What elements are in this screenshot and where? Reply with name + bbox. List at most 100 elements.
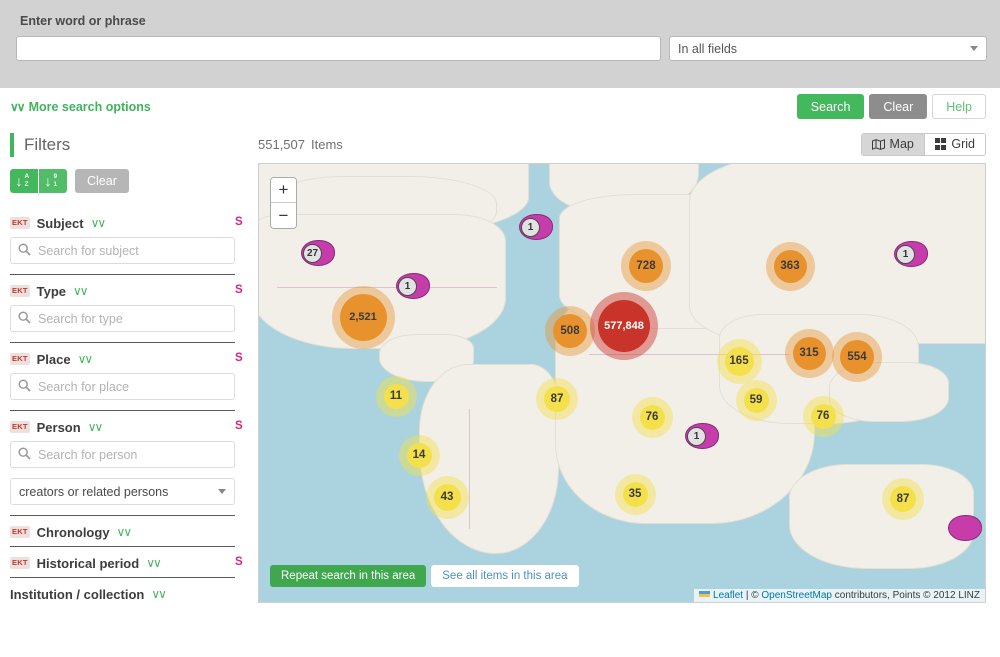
map-pin-count: 1 — [896, 245, 915, 264]
map-cluster-label: 577,848 — [598, 300, 650, 352]
facet-label: Subject — [37, 216, 84, 231]
person-role-value: creators or related persons — [19, 485, 168, 499]
filter-sort-row: ↓ A Z ↓ 9 1 Clear — [10, 169, 235, 193]
facet-show-more-link[interactable]: S — [235, 216, 246, 228]
map-cluster-label: 76 — [640, 405, 665, 430]
map-canvas[interactable]: + − 2,52111144387508728577,8487635165597… — [258, 163, 986, 603]
facet-search-box — [10, 441, 235, 468]
facet-search-input[interactable] — [10, 441, 235, 468]
facet-search-input[interactable] — [10, 373, 235, 400]
facet-header[interactable]: EKTType∨∨ — [10, 275, 235, 305]
facet-search-input[interactable] — [10, 237, 235, 264]
landmass-australia — [789, 464, 974, 569]
facet-show-more-link[interactable]: S — [235, 284, 246, 296]
help-button[interactable]: Help — [932, 94, 986, 119]
clear-button[interactable]: Clear — [869, 94, 927, 119]
map-cluster-marker[interactable]: 87 — [536, 378, 578, 420]
sort-numeric-button[interactable]: ↓ 9 1 — [39, 169, 67, 193]
sort-alphabetical-button[interactable]: ↓ A Z — [10, 169, 38, 193]
chevron-double-down-icon: ∨∨ — [10, 101, 24, 113]
person-role-select[interactable]: creators or related persons — [10, 478, 235, 505]
map-cluster-marker[interactable]: 76 — [632, 397, 673, 438]
accent-bar — [10, 133, 14, 157]
sort-az-icon: ↓ A Z — [16, 174, 33, 189]
map-pin-marker[interactable]: 1 — [396, 273, 430, 299]
facet-header[interactable]: EKTPlace∨∨ — [10, 343, 235, 373]
map-cluster-marker[interactable]: 59 — [736, 380, 777, 421]
search-button[interactable]: Search — [797, 94, 865, 119]
search-panel: Enter word or phrase In all fields — [0, 0, 1000, 88]
zoom-in-button[interactable]: + — [271, 178, 296, 203]
search-input[interactable] — [16, 36, 661, 61]
result-count-number: 551,507 — [258, 137, 305, 152]
ekt-badge: EKT — [10, 353, 30, 366]
map-cluster-marker[interactable]: 87 — [882, 478, 924, 520]
map-pin-marker[interactable]: 27 — [301, 240, 335, 266]
more-search-options-toggle[interactable]: ∨∨ More search options — [10, 100, 151, 114]
map-cluster-marker[interactable]: 14 — [399, 435, 440, 476]
ekt-badge: EKT — [10, 217, 30, 230]
facet-header[interactable]: EKTPerson∨∨ — [10, 411, 235, 441]
map-cluster-marker[interactable]: 35 — [615, 474, 656, 515]
map-cluster-marker[interactable]: 728 — [621, 241, 671, 291]
border-south-america — [469, 409, 470, 529]
map-cluster-marker[interactable]: 508 — [545, 306, 595, 356]
main-content: Filters ↓ A Z ↓ 9 1 Clear EKTSubject∨∨SE… — [0, 125, 1000, 645]
map-cluster-marker[interactable]: 554 — [832, 332, 882, 382]
openstreetmap-link[interactable]: OpenStreetMap — [761, 590, 832, 601]
tab-grid-view[interactable]: Grid — [924, 134, 985, 155]
filters-heading: Filters — [10, 127, 235, 163]
chevron-double-down-icon[interactable]: ∨∨ — [78, 352, 92, 366]
map-pin-marker[interactable]: 1 — [519, 214, 553, 240]
map-cluster-marker[interactable]: 76 — [803, 396, 844, 437]
map-cluster-marker[interactable]: 43 — [426, 476, 469, 519]
facet-header[interactable]: EKTChronology∨∨ — [10, 516, 235, 546]
leaflet-link[interactable]: Leaflet — [713, 590, 743, 601]
map-icon — [872, 139, 885, 150]
ekt-badge: EKT — [10, 557, 30, 570]
map-cluster-label: 59 — [744, 388, 769, 413]
facet-header[interactable]: EKTHistorical period∨∨ — [10, 547, 235, 577]
facet-header[interactable]: EKT Subject ∨∨ — [10, 207, 235, 237]
chevron-double-down-icon[interactable]: ∨∨ — [151, 587, 165, 601]
map-cluster-marker[interactable]: 2,521 — [332, 286, 395, 349]
map-pin-body: 1 — [894, 241, 928, 267]
map-cluster-marker[interactable]: 165 — [717, 339, 762, 384]
map-pin-body — [948, 515, 982, 541]
clear-filters-button[interactable]: Clear — [75, 169, 129, 193]
view-toggle: Map Grid — [861, 133, 986, 156]
map-cluster-marker[interactable]: 11 — [376, 376, 417, 417]
map-cluster-marker[interactable]: 315 — [785, 329, 834, 378]
facet-show-more-link[interactable]: S — [235, 556, 246, 568]
facet-search-box — [10, 373, 235, 400]
facet-search-input[interactable] — [10, 305, 235, 332]
tab-map-view[interactable]: Map — [862, 134, 924, 155]
map-pin-marker[interactable]: 1 — [894, 241, 928, 267]
map-cluster-label: 363 — [774, 250, 807, 283]
facet-search-box — [10, 237, 235, 264]
chevron-double-down-icon[interactable]: ∨∨ — [146, 556, 160, 570]
map-cluster-label: 87 — [544, 386, 570, 412]
map-cluster-marker[interactable]: 363 — [766, 242, 815, 291]
map-cluster-label: 43 — [434, 484, 461, 511]
chevron-double-down-icon[interactable]: ∨∨ — [88, 420, 102, 434]
zoom-out-button[interactable]: − — [271, 203, 296, 228]
facet-header[interactable]: Institution / collection∨∨ — [10, 578, 235, 608]
map-pin-marker[interactable]: 1 — [685, 423, 719, 449]
chevron-double-down-icon[interactable]: ∨∨ — [91, 216, 105, 230]
chevron-double-down-icon[interactable]: ∨∨ — [117, 525, 131, 539]
facet-label: Person — [37, 420, 81, 435]
facet-show-more-link[interactable]: S — [235, 352, 246, 364]
map-pin-count: 1 — [687, 427, 706, 446]
facet-show-more-link[interactable]: S — [235, 420, 246, 432]
facet-institution-collection: Institution / collection∨∨ — [10, 577, 235, 608]
chevron-double-down-icon[interactable]: ∨∨ — [73, 284, 87, 298]
repeat-search-button[interactable]: Repeat search in this area — [270, 565, 426, 587]
see-all-items-button[interactable]: See all items in this area — [431, 565, 578, 587]
map-cluster-marker[interactable]: 577,848 — [590, 292, 658, 360]
map-cluster-label: 165 — [725, 347, 754, 376]
action-bar: ∨∨ More search options Search Clear Help — [0, 88, 1000, 125]
search-scope-select[interactable]: In all fields — [669, 36, 987, 61]
map-pin-marker[interactable] — [948, 515, 982, 541]
facet-place: EKTPlace∨∨S — [10, 342, 235, 400]
